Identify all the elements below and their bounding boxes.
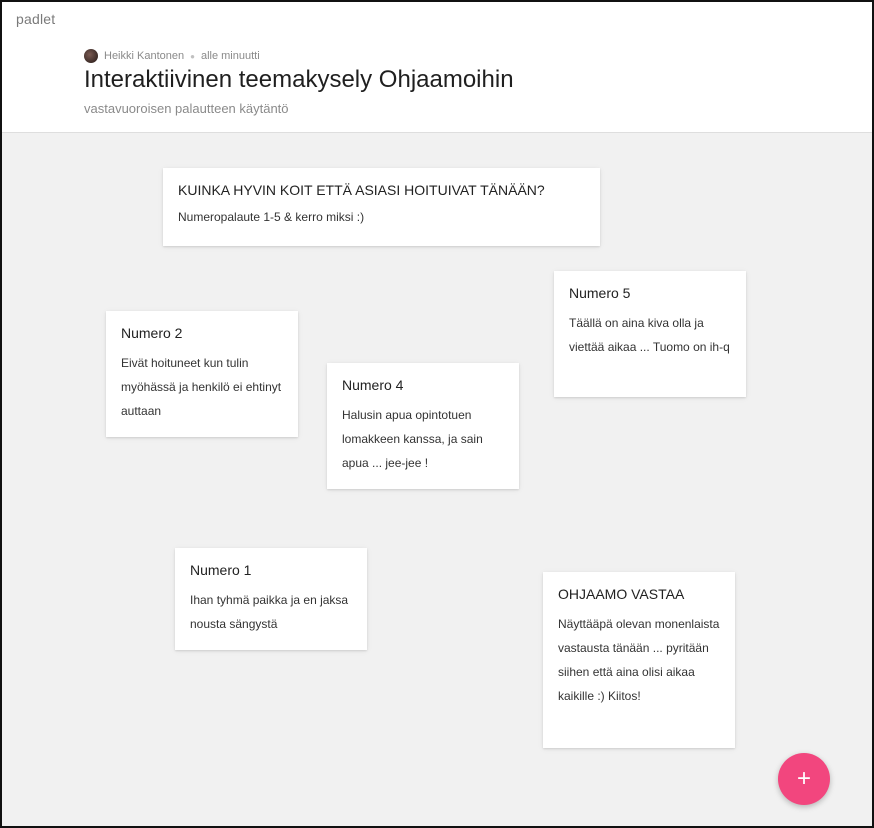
card-title: Numero 4 bbox=[342, 377, 404, 393]
card-title: Numero 2 bbox=[121, 325, 183, 341]
author-name[interactable]: Heikki Kantonen bbox=[104, 50, 184, 62]
page-subtitle: vastavuoroisen palautteen käytäntö bbox=[84, 101, 289, 116]
post-meta: Heikki Kantonen ● alle minuutti bbox=[84, 49, 260, 63]
card-body: Numeropalaute 1-5 & kerro miksi :) bbox=[178, 210, 365, 224]
avatar[interactable] bbox=[84, 49, 98, 63]
add-post-button[interactable]: + bbox=[778, 753, 830, 805]
card-body: Näyttääpä olevan monenlaista vastausta t… bbox=[558, 617, 720, 703]
card-title: OHJAAMO VASTAA bbox=[558, 586, 685, 602]
card-body: Eivät hoituneet kun tulin myöhässä ja he… bbox=[121, 356, 282, 418]
post-card-ohjaamo-vastaa[interactable]: OHJAAMO VASTAA Näyttääpä olevan monenlai… bbox=[543, 572, 735, 748]
padlet-logo[interactable]: padlet bbox=[16, 11, 55, 27]
card-title: Numero 1 bbox=[190, 562, 252, 578]
post-card-numero-5[interactable]: Numero 5 Täällä on aina kiva olla ja vie… bbox=[554, 271, 746, 397]
post-card-numero-1[interactable]: Numero 1 Ihan tyhmä paikka ja en jaksa n… bbox=[175, 548, 367, 650]
card-body: Halusin apua opintotuen lomakkeen kanssa… bbox=[342, 408, 483, 470]
card-title: Numero 5 bbox=[569, 285, 631, 301]
post-card-numero-2[interactable]: Numero 2 Eivät hoituneet kun tulin myöhä… bbox=[106, 311, 298, 437]
post-card-numero-4[interactable]: Numero 4 Halusin apua opintotuen lomakke… bbox=[327, 363, 519, 489]
plus-icon: + bbox=[796, 765, 811, 792]
card-body: Ihan tyhmä paikka ja en jaksa nousta sän… bbox=[190, 593, 349, 631]
padlet-window: padlet Heikki Kantonen ● alle minuutti I… bbox=[0, 0, 874, 828]
page-title: Interaktiivinen teemakysely Ohjaamoihin bbox=[84, 66, 514, 93]
timestamp: alle minuutti bbox=[200, 50, 260, 62]
post-card-question[interactable]: KUINKA HYVIN KOIT ETTÄ ASIASI HOITUIVAT … bbox=[163, 168, 600, 246]
card-title: KUINKA HYVIN KOIT ETTÄ ASIASI HOITUIVAT … bbox=[178, 182, 545, 198]
padlet-header: padlet Heikki Kantonen ● alle minuutti I… bbox=[2, 2, 872, 133]
separator-dot-icon: ● bbox=[190, 51, 195, 61]
card-body: Täällä on aina kiva olla ja viettää aika… bbox=[569, 316, 730, 354]
